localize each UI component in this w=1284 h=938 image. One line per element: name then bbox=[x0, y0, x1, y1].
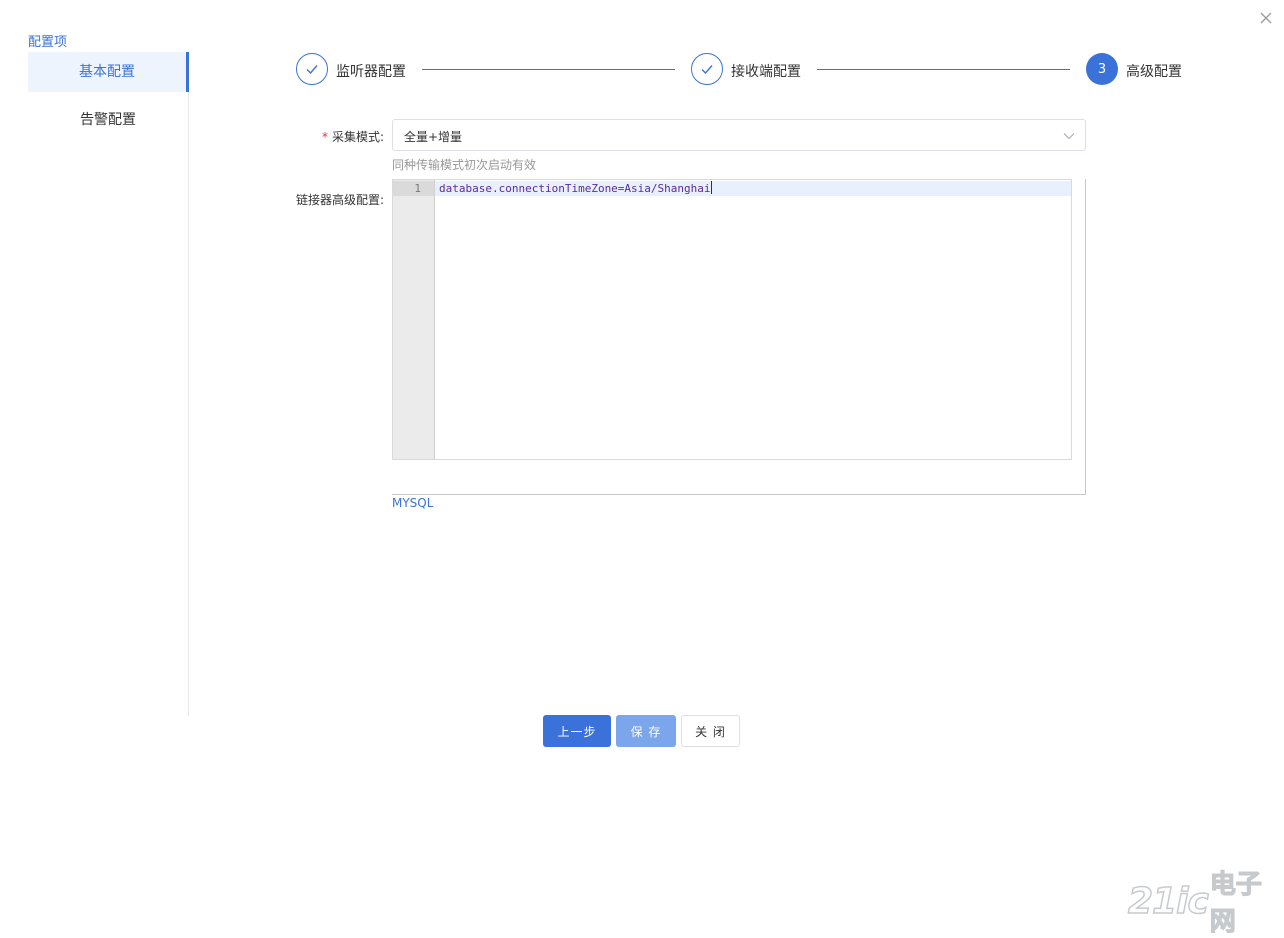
steps-bar: 监听器配置 接收端配置 3 高级配置 bbox=[296, 53, 1196, 87]
step-2-label: 接收端配置 bbox=[731, 64, 801, 80]
code-text: database.connectionTimeZone=Asia/Shangha… bbox=[439, 182, 711, 195]
sidebar-item-basic-config[interactable]: 基本配置 bbox=[28, 52, 189, 92]
connector-type-link[interactable]: MYSQL bbox=[392, 496, 433, 510]
collect-mode-hint: 同种传输模式初次启动有效 bbox=[392, 158, 537, 172]
text-caret bbox=[710, 181, 712, 194]
watermark-text-a: 21ic bbox=[1127, 880, 1209, 923]
advanced-config-editor-frame: 1 database.connectionTimeZone=Asia/Shang… bbox=[392, 179, 1086, 495]
code-line: database.connectionTimeZone=Asia/Shangha… bbox=[439, 181, 712, 196]
editor-gutter: 1 bbox=[393, 180, 435, 459]
watermark-text-b: 电子网 bbox=[1209, 869, 1262, 937]
advanced-config-label: 链接器高级配置: bbox=[295, 193, 384, 207]
line-number: 1 bbox=[393, 181, 434, 196]
collect-mode-label: * 采集模式: bbox=[318, 128, 384, 145]
collect-mode-label-text: 采集模式: bbox=[331, 130, 384, 144]
chevron-down-icon bbox=[1063, 130, 1075, 146]
config-items-title: 配置项 bbox=[28, 35, 68, 50]
step-3-label: 高级配置 bbox=[1126, 64, 1182, 80]
collect-mode-select[interactable]: 全量+增量 bbox=[392, 119, 1086, 151]
collect-mode-value: 全量+增量 bbox=[404, 130, 463, 144]
step-1-label: 监听器配置 bbox=[336, 64, 406, 80]
sidebar: 基本配置 告警配置 bbox=[28, 52, 189, 716]
previous-step-button[interactable]: 上一步 bbox=[543, 715, 611, 747]
step-3-number: 3 bbox=[1086, 53, 1118, 85]
sidebar-item-alert-config[interactable]: 告警配置 bbox=[28, 100, 188, 140]
close-icon[interactable] bbox=[1256, 8, 1276, 28]
required-mark: * bbox=[321, 130, 328, 144]
step-connector-2 bbox=[817, 69, 1070, 70]
watermark-logo: 21ic 电子网 bbox=[1127, 864, 1284, 938]
save-button[interactable]: 保 存 bbox=[616, 715, 676, 747]
advanced-config-editor[interactable]: 1 database.connectionTimeZone=Asia/Shang… bbox=[392, 179, 1072, 460]
step-connector-1 bbox=[422, 69, 675, 70]
step-2-check-icon bbox=[691, 53, 723, 85]
step-1-check-icon bbox=[296, 53, 328, 85]
close-button[interactable]: 关 闭 bbox=[681, 715, 740, 747]
